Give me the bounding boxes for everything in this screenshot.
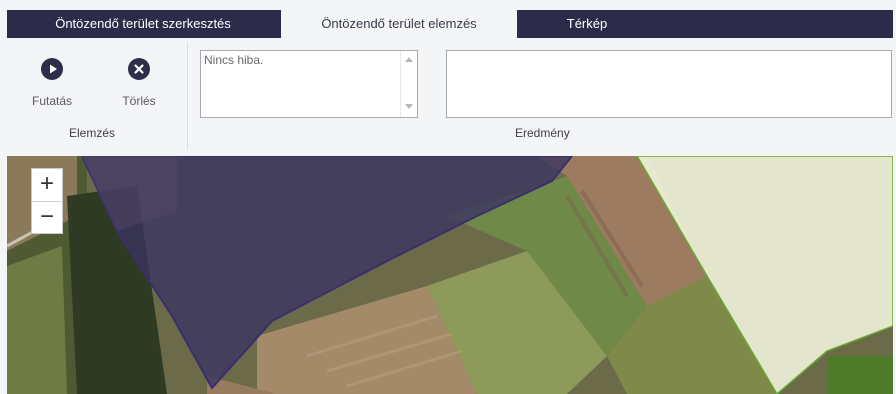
scroll-down-icon[interactable] <box>405 104 413 109</box>
result-box[interactable] <box>446 50 892 118</box>
group-divider <box>187 42 188 150</box>
satellite-map[interactable]: + − <box>7 156 893 394</box>
tab-bar: Öntözendő terület szerkesztés Öntözendő … <box>7 10 893 38</box>
play-icon <box>41 58 63 80</box>
run-button-label: Futatás <box>31 94 73 108</box>
error-message-box[interactable]: Nincs hiba. <box>200 50 418 118</box>
zoom-in-button[interactable]: + <box>32 169 62 201</box>
tab-editing[interactable]: Öntözendő terület szerkesztés <box>7 10 279 38</box>
clear-button-label: Törlés <box>122 94 156 108</box>
close-icon <box>128 58 150 80</box>
analysis-group-label: Elemzés <box>69 126 116 140</box>
map-imagery <box>7 156 893 394</box>
run-button[interactable]: Futatás <box>22 58 82 108</box>
result-group-label: Eredmény <box>515 126 570 140</box>
scroll-up-icon[interactable] <box>405 57 413 62</box>
tab-analysis[interactable]: Öntözendő terület elemzés <box>281 10 517 38</box>
tab-map[interactable]: Térkép <box>517 10 657 38</box>
zoom-out-button[interactable]: − <box>32 201 62 234</box>
zoom-control: + − <box>31 168 63 234</box>
clear-button[interactable]: Törlés <box>109 58 169 108</box>
error-message-text: Nincs hiba. <box>204 53 264 67</box>
analysis-ribbon: Futatás Törlés Elemzés Nincs hiba. Eredm… <box>7 38 893 156</box>
error-box-scrollbar[interactable] <box>400 51 417 117</box>
